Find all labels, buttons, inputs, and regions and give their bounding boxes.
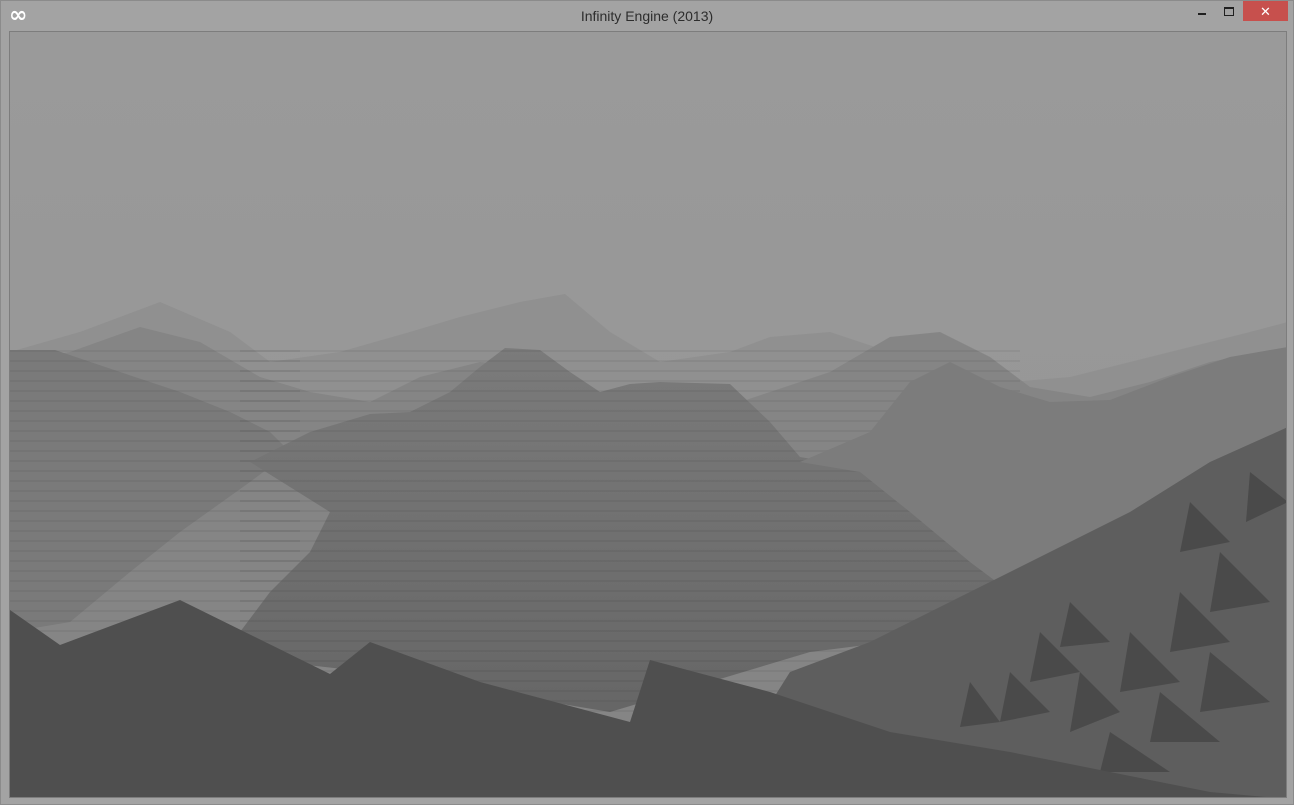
minimize-button[interactable] [1189, 1, 1215, 21]
title-bar[interactable]: ∞ Infinity Engine (2013) ✕ [1, 1, 1293, 31]
minimize-icon [1198, 13, 1206, 15]
terrain-scene [10, 32, 1286, 797]
maximize-icon [1224, 6, 1234, 16]
game-viewport[interactable] [9, 31, 1287, 798]
app-window: ∞ Infinity Engine (2013) ✕ [0, 0, 1294, 805]
window-title: Infinity Engine (2013) [580, 8, 714, 24]
close-button[interactable]: ✕ [1243, 1, 1288, 21]
maximize-button[interactable] [1216, 1, 1242, 21]
close-icon: ✕ [1260, 3, 1271, 19]
